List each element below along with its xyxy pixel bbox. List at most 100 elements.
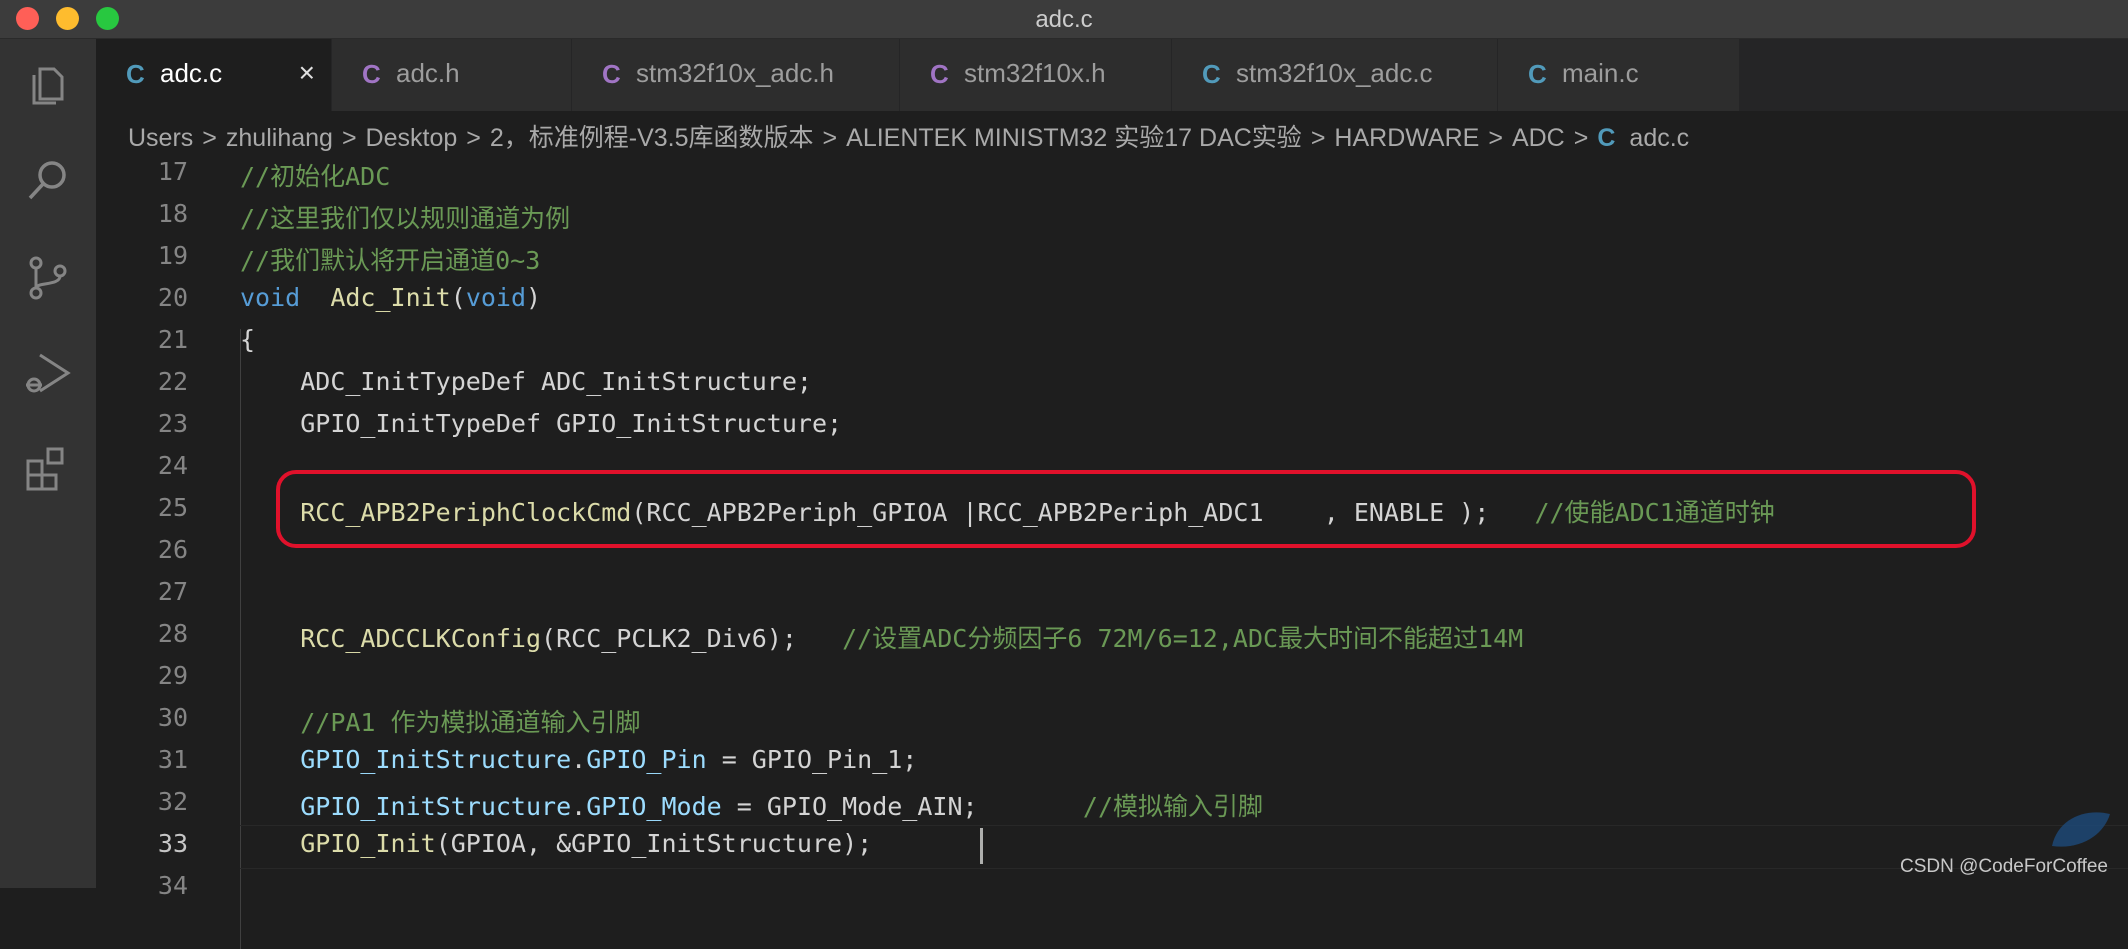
comment: //这里我们仅以规则通道为例 [240, 204, 571, 233]
code-line[interactable]: 33 GPIO_Init(GPIOA, &GPIO_InitStructure)… [96, 825, 2128, 867]
code-token: . [571, 745, 587, 774]
run-debug-icon[interactable] [22, 347, 74, 399]
code-line[interactable]: 19 //我们默认将开启通道0~3 [96, 237, 2128, 279]
c-file-icon: C [930, 59, 949, 89]
source-control-icon[interactable] [22, 251, 74, 303]
line-number: 19 [157, 241, 188, 270]
line-number: 30 [157, 703, 188, 732]
activity-bar [0, 39, 96, 888]
code-text: ADC_InitTypeDef ADC_InitStructure; [240, 367, 812, 396]
line-number: 32 [157, 787, 188, 816]
line-number: 22 [157, 367, 188, 396]
line-number: 24 [157, 451, 188, 480]
line-number: 31 [157, 745, 188, 774]
line-number: 20 [157, 283, 188, 312]
breadcrumb-item[interactable]: ALIENTEK MINISTM32 实验17 DAC实验 [846, 124, 1302, 152]
code-token: { [240, 325, 256, 354]
code-text: //初始化ADC [240, 157, 390, 193]
line-number: 25 [157, 493, 188, 522]
code-token: ) [526, 283, 542, 312]
tab-label: stm32f10x_adc.c [1236, 58, 1433, 88]
line-number: 28 [157, 619, 188, 648]
breadcrumb-item[interactable]: ADC [1512, 124, 1565, 152]
code-line[interactable]: 21 { [96, 321, 2128, 363]
editor-tabs: C adc.c × C adc.h C stm32f10x_adc.h C st… [96, 39, 2128, 111]
breadcrumb: Users > zhulihang > Desktop >2，标准例程-V3.5库函数版本… [96, 111, 2128, 153]
tab-label: stm32f10x_adc.h [636, 58, 835, 88]
line-number: 17 [157, 157, 188, 186]
code-line[interactable]: 30 //PA1 作为模拟通道输入引脚 [96, 699, 2128, 741]
code-line[interactable]: 34 [96, 867, 2128, 909]
extensions-icon[interactable] [22, 443, 74, 495]
variable: GPIO_Mode [586, 792, 722, 821]
variable: GPIO_InitStructure [300, 745, 572, 774]
code-token: = GPIO_Mode_AIN; [721, 792, 1083, 821]
tab-adc-c[interactable]: C adc.c × [96, 39, 332, 111]
breadcrumb-separator: > [1573, 124, 1589, 152]
c-file-icon: C [1202, 59, 1221, 89]
code-line[interactable]: 18 //这里我们仅以规则通道为例 [96, 195, 2128, 237]
code-line[interactable]: 29 [96, 657, 2128, 699]
breadcrumb-separator: > [341, 124, 357, 152]
code-text: void Adc_Init(void) [240, 283, 541, 312]
tab-adc-h[interactable]: C adc.h [332, 39, 572, 111]
code-token: (RCC_PCLK2_Div6); [541, 624, 843, 653]
breadcrumb-item[interactable]: Desktop [366, 124, 458, 152]
line-number: 21 [157, 325, 188, 354]
decorative-shape [2052, 812, 2110, 847]
variable: GPIO_Pin [586, 745, 707, 774]
tab-label: stm32f10x.h [964, 58, 1106, 88]
code-line[interactable]: 28 RCC_ADCCLKConfig(RCC_PCLK2_Div6); //设… [96, 615, 2128, 657]
line-number: 23 [157, 409, 188, 438]
line-number: 26 [157, 535, 188, 564]
code-line[interactable]: 22 ADC_InitTypeDef ADC_InitStructure; [96, 363, 2128, 405]
variable: GPIO_InitStructure [300, 792, 572, 821]
line-number: 18 [157, 199, 188, 228]
tab-stm32f10x-adc-h[interactable]: C stm32f10x_adc.h [572, 39, 900, 111]
tab-label: adc.c [160, 58, 223, 88]
tab-label: adc.h [396, 58, 460, 88]
comment: //PA1 作为模拟通道输入引脚 [300, 708, 641, 737]
function-name: GPIO_Init [300, 829, 436, 858]
code-token: = GPIO_Pin_1; [706, 745, 918, 774]
code-text: //这里我们仅以规则通道为例 [240, 199, 570, 235]
line-number: 27 [157, 577, 188, 606]
code-line[interactable]: 27 [96, 573, 2128, 615]
text-cursor [980, 828, 983, 864]
comment: //初始化ADC [240, 162, 391, 191]
explorer-icon[interactable] [22, 59, 74, 111]
comment: //我们默认将开启通道0~3 [240, 246, 541, 275]
tab-stm32f10x-adc-c[interactable]: C stm32f10x_adc.c [1172, 39, 1498, 111]
comment: //设置ADC分频因子6 72M/6=12,ADC最大时间不能超过14M [842, 624, 1524, 653]
code-token: GPIO_InitTypeDef GPIO_InitStructure; [300, 409, 843, 438]
tab-stm32f10x-h[interactable]: C stm32f10x.h [900, 39, 1172, 111]
close-icon[interactable]: × [299, 57, 315, 89]
c-file-icon: C [1528, 59, 1547, 89]
tab-main-c[interactable]: C main.c [1498, 39, 1740, 111]
code-text: { [240, 325, 255, 354]
code-line[interactable]: 17 //初始化ADC [96, 153, 2128, 195]
breadcrumb-file[interactable]: adc.c [1629, 124, 1689, 152]
code-line[interactable]: 23 GPIO_InitTypeDef GPIO_InitStructure; [96, 405, 2128, 447]
breadcrumb-item[interactable]: Users [128, 124, 193, 152]
breadcrumb-item[interactable]: 2，标准例程-V3.5库函数版本 [490, 124, 814, 152]
code-text: //PA1 作为模拟通道输入引脚 [240, 703, 641, 739]
search-icon[interactable] [22, 155, 74, 207]
code-line[interactable]: 31 GPIO_InitStructure.GPIO_Pin = GPIO_Pi… [96, 741, 2128, 783]
breadcrumb-separator: > [466, 124, 481, 152]
code-text: GPIO_InitTypeDef GPIO_InitStructure; [240, 409, 842, 438]
breadcrumb-item[interactable]: zhulihang [226, 124, 333, 152]
breadcrumb-separator: > [1310, 124, 1326, 152]
code-line[interactable]: 32 GPIO_InitStructure.GPIO_Mode = GPIO_M… [96, 783, 2128, 825]
line-number: 33 [157, 829, 188, 858]
code-line[interactable]: 20 void Adc_Init(void) [96, 279, 2128, 321]
watermark: CSDN @CodeForCoffee [1900, 856, 2108, 877]
function-name: RCC_ADCCLKConfig [300, 624, 542, 653]
keyword: void [465, 283, 527, 312]
breadcrumb-item[interactable]: HARDWARE [1334, 124, 1479, 152]
